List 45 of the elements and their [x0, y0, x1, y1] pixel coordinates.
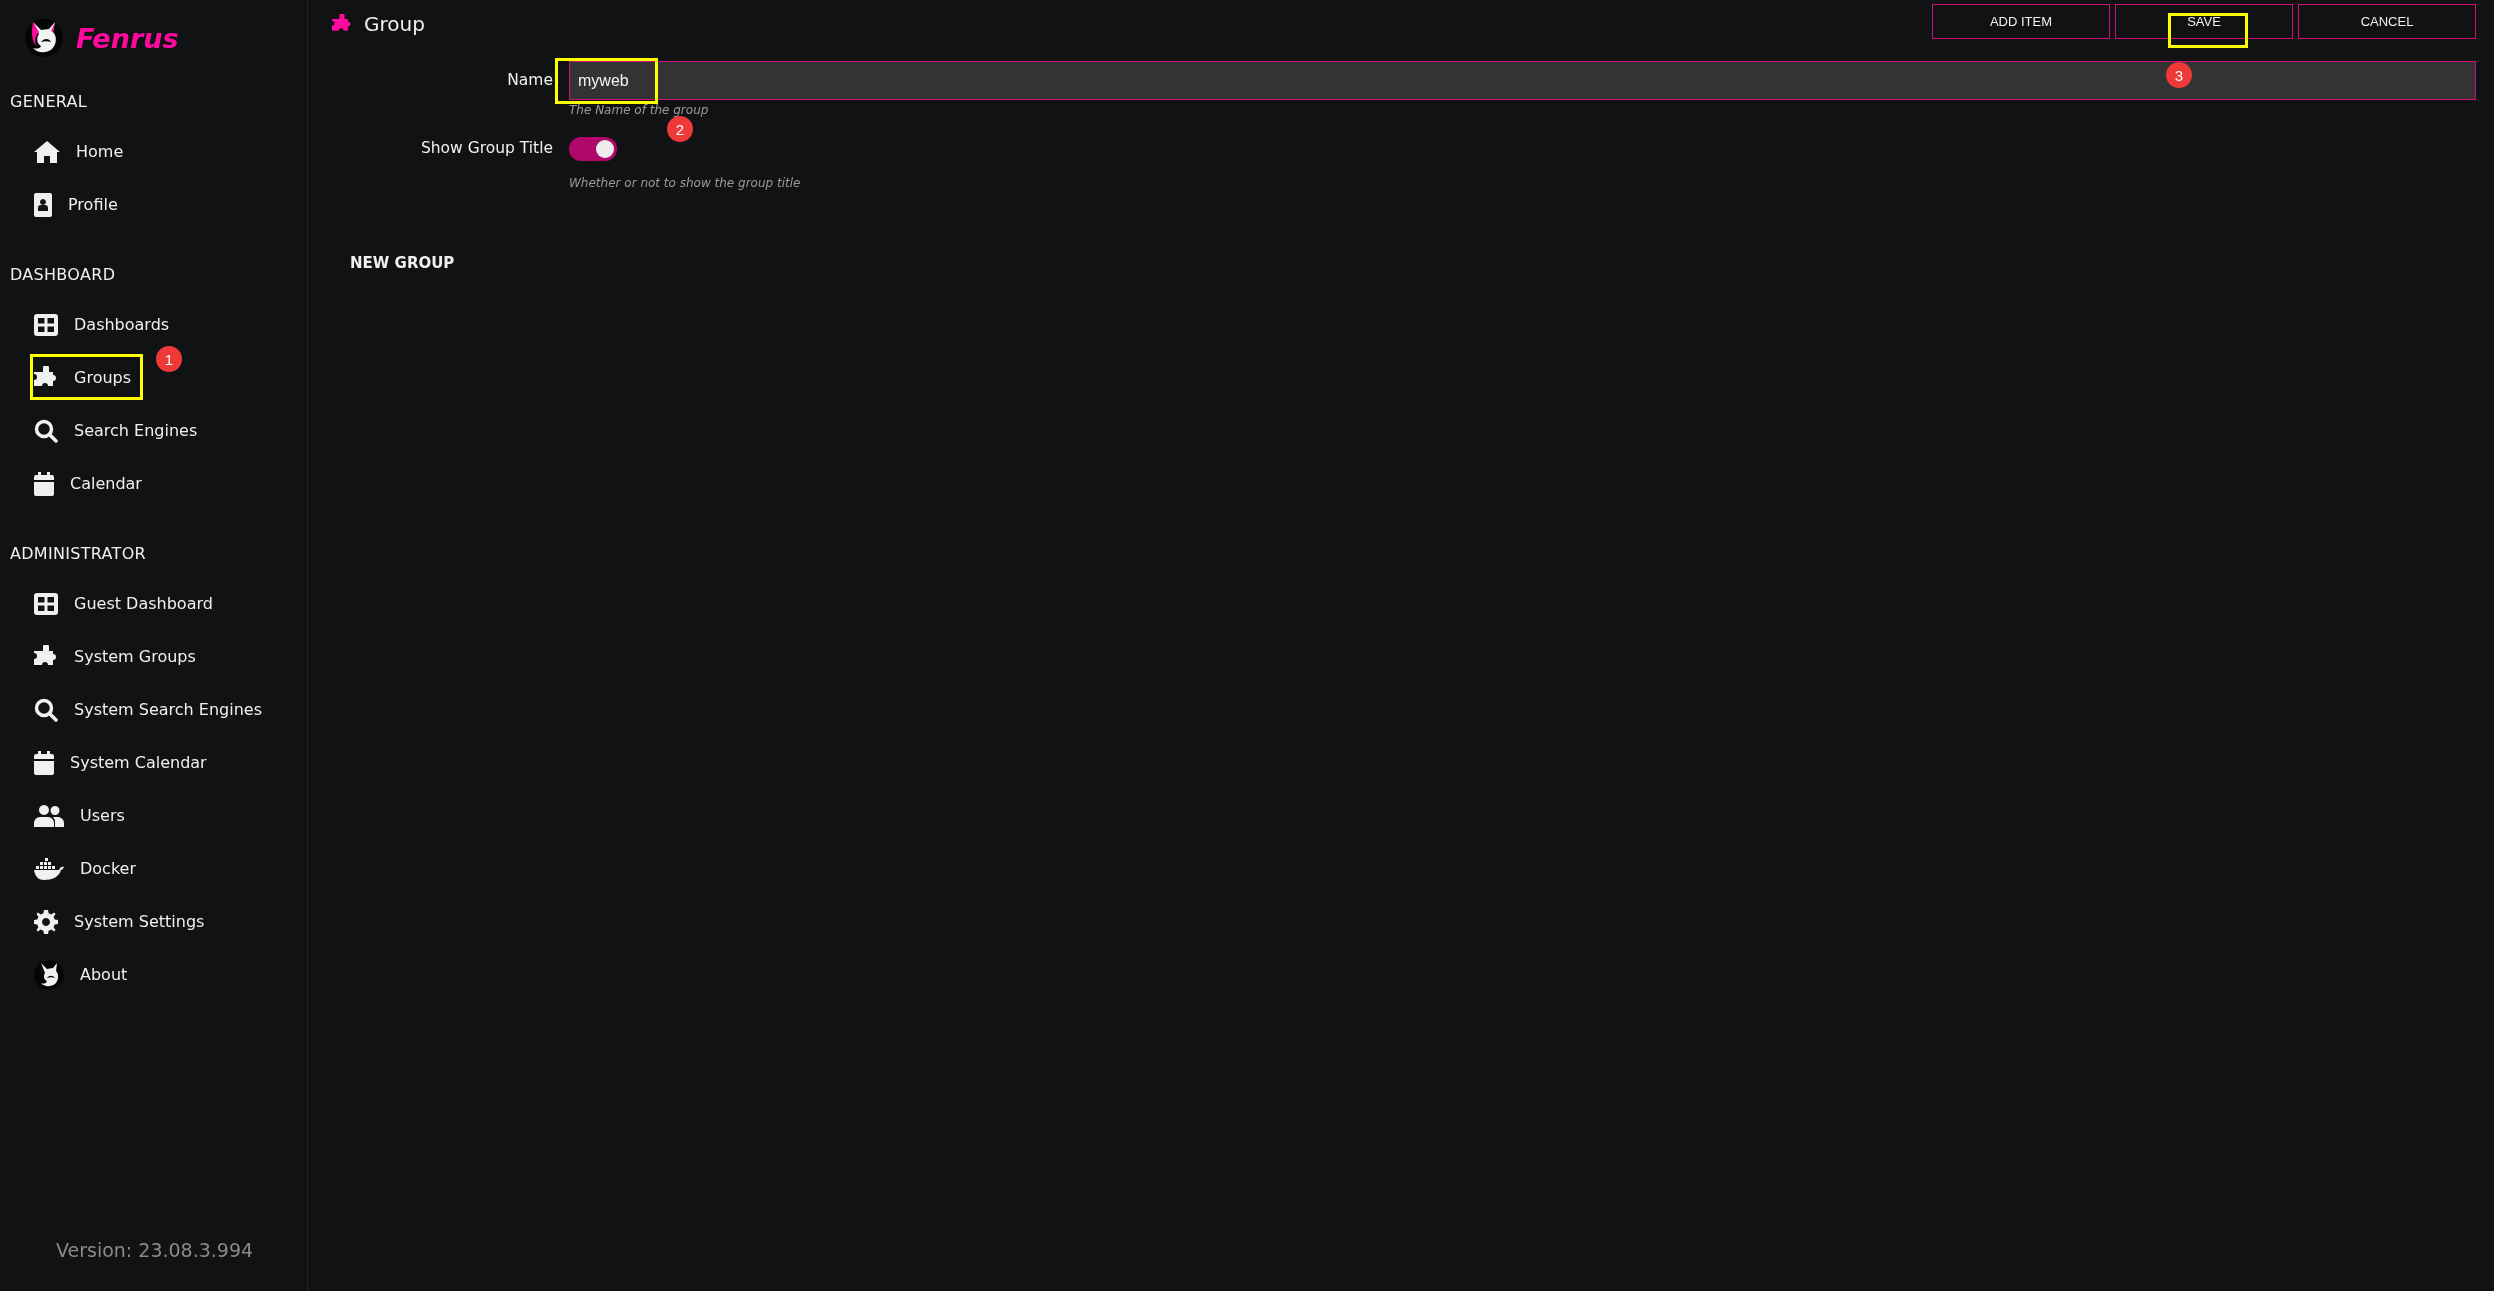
section-heading: GENERAL: [9, 91, 88, 113]
version-label: Version: 23.08.3.994: [55, 1239, 255, 1261]
callout-badge: 1: [156, 346, 182, 372]
nav-item[interactable]: Dashboards: [30, 307, 178, 342]
search-icon: [34, 697, 58, 722]
callout-badge: 2: [667, 116, 693, 142]
grid-icon: [34, 313, 58, 336]
page-title: Group: [364, 12, 425, 36]
search-icon: [34, 418, 58, 443]
nav-item[interactable]: Home: [30, 134, 132, 169]
users-icon: [34, 804, 64, 827]
brand-name[interactable]: Fenrus: [76, 22, 179, 54]
help-text: The Name of the group: [569, 102, 710, 117]
grid-icon: [34, 592, 58, 615]
section-heading: ADMINISTRATOR: [9, 543, 147, 565]
logo-icon: [24, 18, 64, 58]
nav-item[interactable]: Groups: [30, 359, 140, 396]
nav-item[interactable]: System Settings: [30, 903, 213, 940]
nav-item[interactable]: Users: [30, 798, 133, 833]
action-button[interactable]: CANCEL: [2298, 4, 2476, 39]
group-preview-title: NEW GROUP: [349, 253, 456, 272]
nav-item[interactable]: About: [30, 953, 136, 996]
action-button[interactable]: SAVE: [2115, 4, 2293, 39]
nav-item[interactable]: Guest Dashboard: [30, 586, 221, 621]
nav-item[interactable]: System Calendar: [30, 744, 215, 781]
calendar-icon: [34, 471, 54, 496]
fox-icon: [34, 959, 64, 990]
field-label: Name: [506, 70, 553, 91]
action-button[interactable]: ADD ITEM: [1932, 4, 2110, 39]
nav-item[interactable]: Calendar: [30, 465, 150, 502]
nav-item[interactable]: System Groups: [30, 638, 204, 675]
help-text: Whether or not to show the group title: [569, 175, 802, 190]
section-heading: DASHBOARD: [9, 264, 117, 286]
nav-item[interactable]: Profile: [30, 186, 126, 223]
nav-item[interactable]: System Search Engines: [30, 691, 270, 728]
settings-icon: [34, 909, 58, 934]
puzzle-icon: [332, 14, 352, 34]
home-icon: [34, 140, 60, 163]
toggle-switch[interactable]: [569, 137, 617, 161]
nav-item[interactable]: Search Engines: [30, 412, 206, 449]
field-label: Show Group Title: [419, 138, 553, 159]
id-card-icon: [34, 192, 52, 217]
nav-item[interactable]: Docker: [30, 851, 145, 886]
calendar-icon: [34, 750, 54, 775]
whale-icon: [34, 857, 64, 880]
